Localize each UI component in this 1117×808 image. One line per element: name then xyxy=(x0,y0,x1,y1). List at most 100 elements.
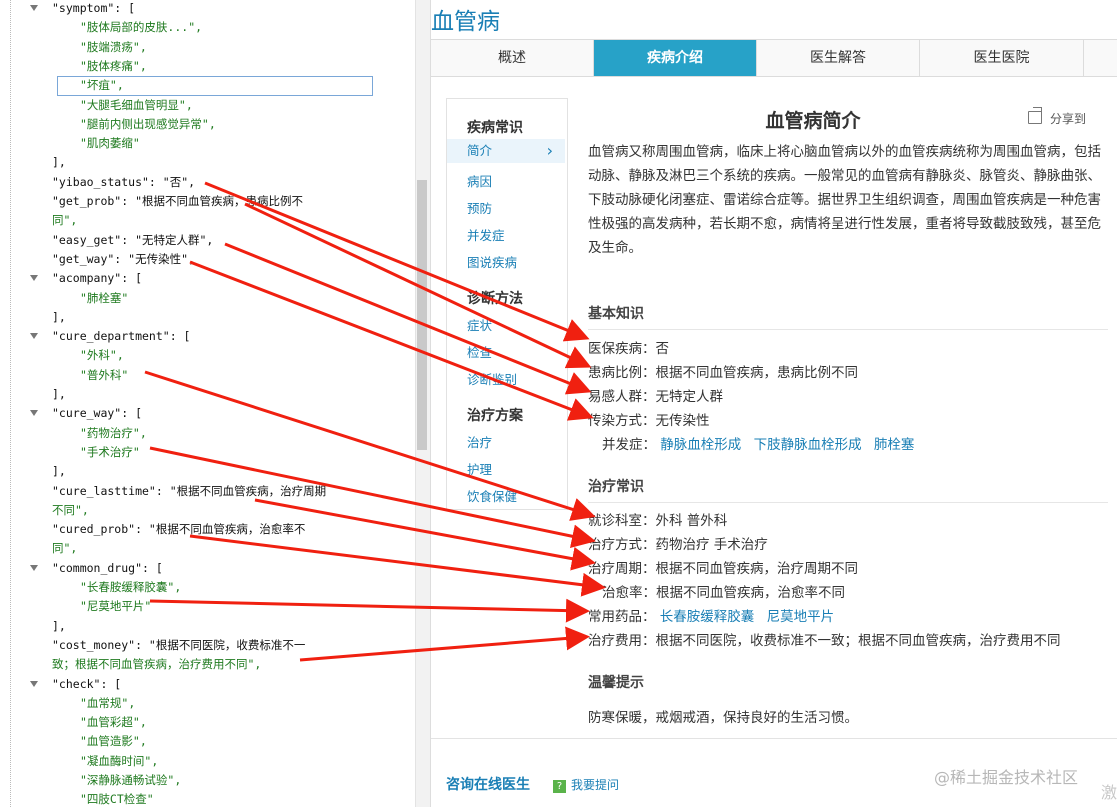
code-line[interactable]: 不同", xyxy=(52,500,89,520)
code-line[interactable]: "手术治疗" xyxy=(80,442,140,462)
share-label: 分享到 xyxy=(1050,112,1087,126)
sidebar-heading-treatment: 治疗方案 xyxy=(467,408,523,424)
tab-bar: 概述 疾病介绍 医生解答 医生医院 xyxy=(431,39,1117,77)
code-line[interactable]: "cured_prob": "根据不同血管疾病，治愈率不 xyxy=(52,519,305,539)
code-line[interactable]: "肌肉萎缩" xyxy=(80,133,140,153)
watermark-fragment: 激 xyxy=(1101,783,1117,802)
code-line[interactable]: 同", xyxy=(52,210,77,230)
code-line[interactable]: "get_way": "无传染性", xyxy=(52,249,195,269)
section-basic-knowledge: 基本知识 xyxy=(588,303,1108,330)
code-line[interactable]: "acompany": [ xyxy=(52,268,142,288)
complication-link[interactable]: 静脉血栓形成 xyxy=(660,437,741,453)
fold-toggle-icon[interactable] xyxy=(30,275,38,282)
sidebar-heading-basics: 疾病常识 xyxy=(467,120,523,136)
code-line[interactable]: "symptom": [ xyxy=(52,0,135,18)
code-line[interactable]: ], xyxy=(52,616,66,636)
treatment-row: 就诊科室：外科 普外科 xyxy=(588,513,728,529)
sidebar-item-diet[interactable]: 饮食保健 xyxy=(467,486,517,505)
code-line[interactable]: "yibao_status": "否", xyxy=(52,172,195,192)
sidebar-item-differential[interactable]: 诊断鉴别 xyxy=(467,369,517,388)
question-icon: ? xyxy=(553,780,566,793)
code-line[interactable]: "血管彩超", xyxy=(80,712,147,732)
tab-doctor-hospital[interactable]: 医生医院 xyxy=(920,40,1084,76)
code-line[interactable]: "cure_lasttime": "根据不同血管疾病，治疗周期 xyxy=(52,481,326,501)
sidebar-item-prevention[interactable]: 预防 xyxy=(467,198,492,217)
code-line[interactable]: ], xyxy=(52,152,66,172)
drug-link[interactable]: 尼莫地平片 xyxy=(767,609,835,625)
code-line[interactable]: "血常规", xyxy=(80,693,135,713)
intro-paragraph: 血管病又称周围血管病，临床上将心脑血管病以外的血管疾病统称为周围血管病，包括动脉… xyxy=(588,144,1101,256)
basic-row: 易感人群：无特定人群 xyxy=(588,389,723,405)
section-treatment: 治疗常识 xyxy=(588,476,1108,503)
sidebar-item-checks[interactable]: 检查 xyxy=(467,342,492,361)
sidebar-item-intro[interactable]: 简介 › xyxy=(447,139,565,163)
basic-row: 医保疾病：否 xyxy=(588,341,669,357)
code-line[interactable]: "坏疽", xyxy=(80,75,124,95)
watermark: @稀土掘金技术社区 xyxy=(934,768,1079,787)
code-line[interactable]: "cure_department": [ xyxy=(52,326,190,346)
sidebar-item-care[interactable]: 护理 xyxy=(467,459,492,478)
complication-row: 并发症： 静脉血栓形成 下肢静脉血栓形成 肺栓塞 xyxy=(602,437,915,453)
fold-toggle-icon[interactable] xyxy=(30,5,38,11)
code-line[interactable]: "肢体局部的皮肤...", xyxy=(80,17,202,37)
code-line[interactable]: "普外科" xyxy=(80,365,128,385)
disease-page: 血管病 概述 疾病介绍 医生解答 医生医院 疾病常识 简介 › 病因 预防 并发… xyxy=(430,0,1117,807)
share-button[interactable]: 分享到 xyxy=(1028,107,1087,127)
ask-question-button[interactable]: ? 我要提问 xyxy=(553,776,619,793)
code-line[interactable]: "common_drug": [ xyxy=(52,558,163,578)
fold-toggle-icon[interactable] xyxy=(30,410,38,417)
code-line[interactable]: "深静脉通畅试验", xyxy=(80,770,181,790)
complication-link[interactable]: 下肢静脉血栓形成 xyxy=(754,437,862,453)
intro-title: 血管病简介 xyxy=(765,110,861,132)
code-line[interactable]: "cost_money": "根据不同医院，收费标准不一 xyxy=(52,635,305,655)
code-line[interactable]: "血管造影", xyxy=(80,731,147,751)
code-line[interactable]: "外科", xyxy=(80,345,124,365)
code-line[interactable]: ], xyxy=(52,461,66,481)
code-line[interactable]: 同", xyxy=(52,538,77,558)
sidebar-heading-diagnosis: 诊断方法 xyxy=(467,291,523,307)
code-line[interactable]: "check": [ xyxy=(52,674,121,694)
complication-link[interactable]: 肺栓塞 xyxy=(874,437,915,453)
drug-row: 常用药品： 长春胺缓释胶囊 尼莫地平片 xyxy=(588,609,835,625)
code-line[interactable]: "肢体疼痛", xyxy=(80,56,147,76)
ask-label: 我要提问 xyxy=(571,778,620,792)
tab-disease-intro[interactable]: 疾病介绍 xyxy=(594,40,757,76)
fold-toggle-icon[interactable] xyxy=(30,680,38,687)
json-editor-panel[interactable]: "symptom": ["肢体局部的皮肤...", "肢端溃疡", "肢体疼痛", "… xyxy=(0,0,430,807)
code-line[interactable]: "四肢CT检查" xyxy=(80,789,154,807)
code-line[interactable]: "尼莫地平片" xyxy=(80,596,151,616)
code-line[interactable]: "肺栓塞" xyxy=(80,288,128,308)
drug-link[interactable]: 长春胺缓释胶囊 xyxy=(660,609,755,625)
tab-overview[interactable]: 概述 xyxy=(431,40,594,76)
code-line[interactable]: "药物治疗", xyxy=(80,423,147,443)
fold-toggle-icon[interactable] xyxy=(30,564,38,571)
tab-doctor-answers[interactable]: 医生解答 xyxy=(757,40,920,76)
code-line[interactable]: ], xyxy=(52,307,66,327)
chevron-right-icon: › xyxy=(546,141,553,160)
indent-guide xyxy=(10,0,11,807)
editor-scrollbar-thumb[interactable] xyxy=(417,180,427,450)
page-title: 血管病 xyxy=(431,8,500,34)
fold-toggle-icon[interactable] xyxy=(30,333,38,340)
code-line[interactable]: "凝血酶时间", xyxy=(80,751,158,771)
code-line[interactable]: "肢端溃疡", xyxy=(80,37,147,57)
code-line[interactable]: "腿前内侧出现感觉异常", xyxy=(80,114,216,134)
code-line[interactable]: "get_prob": "根据不同血管疾病，患病比例不 xyxy=(52,191,303,211)
code-line[interactable]: ], xyxy=(52,384,66,404)
sidebar-item-illustrated[interactable]: 图说疾病 xyxy=(467,252,517,271)
code-line[interactable]: "大腿毛细血管明显", xyxy=(80,95,193,115)
code-line[interactable]: "easy_get": "无特定人群", xyxy=(52,230,213,250)
sidebar-item-label: 简介 xyxy=(467,143,493,158)
treatment-row: 治疗方式：药物治疗 手术治疗 xyxy=(588,537,768,553)
consult-title[interactable]: 咨询在线医生 xyxy=(446,774,530,794)
sidebar-item-complication[interactable]: 并发症 xyxy=(467,225,505,244)
sidebar-item-symptoms[interactable]: 症状 xyxy=(467,315,492,334)
code-line[interactable]: "cure_way": [ xyxy=(52,403,142,423)
sidebar: 疾病常识 简介 › 病因 预防 并发症 图说疾病 诊断方法 症状 检查 诊断鉴别… xyxy=(446,98,568,510)
consult-bar: 咨询在线医生 ? 我要提问 @稀土掘金技术社区 激 xyxy=(431,738,1117,808)
code-line[interactable]: 致；根据不同血管疾病，治疗费用不同", xyxy=(52,654,261,674)
section-tip: 温馨提示 xyxy=(588,675,644,691)
code-line[interactable]: "长春胺缓释胶囊", xyxy=(80,577,181,597)
sidebar-item-cause[interactable]: 病因 xyxy=(467,171,492,190)
sidebar-item-treat[interactable]: 治疗 xyxy=(467,432,492,451)
